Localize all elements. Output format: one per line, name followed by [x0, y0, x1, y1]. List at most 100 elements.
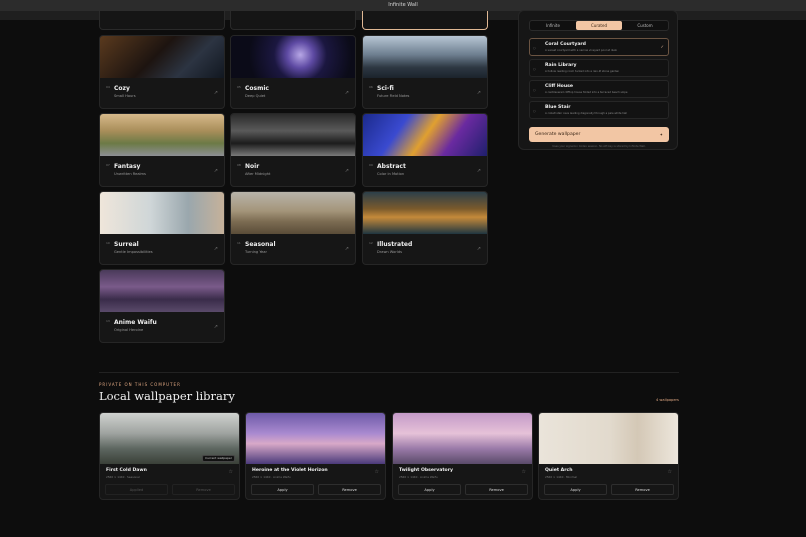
- wallpaper-meta: 2560 × 1440 · Minimal: [545, 475, 577, 479]
- wallpaper-title: First Cold Dawn: [106, 468, 147, 473]
- favorite-star-icon[interactable]: ☆: [375, 469, 379, 475]
- style-card-partial[interactable]: [230, 11, 356, 30]
- style-card-cosmic[interactable]: 05 Cosmic Deep Quiet ↗: [230, 35, 356, 109]
- tab-curated[interactable]: Curated: [576, 21, 622, 30]
- window-titlebar: Infinite Wall: [0, 0, 806, 11]
- card-subtitle: After Midnight: [245, 172, 271, 176]
- current-wallpaper-badge: Current wallpaper: [202, 455, 235, 462]
- card-number: 12: [369, 241, 373, 245]
- card-number: 10: [106, 241, 110, 245]
- generate-label: Generate wallpaper: [535, 132, 581, 137]
- card-number: 08: [237, 163, 241, 167]
- card-subtitle: Turning Year: [245, 250, 267, 254]
- tab-infinite[interactable]: Infinite: [530, 21, 576, 30]
- card-number: 07: [106, 163, 110, 167]
- applied-button[interactable]: Applied: [105, 484, 168, 495]
- option-indicator: ○: [533, 67, 536, 71]
- mode-tabs: Infinite Curated Custom: [529, 20, 669, 31]
- prompt-option-coral-courtyard[interactable]: ○ Coral Courtyard A sunset courtyard wit…: [529, 38, 669, 56]
- card-subtitle: Deep Quiet: [245, 94, 266, 98]
- style-thumbnail: [100, 36, 224, 78]
- card-number: 09: [369, 163, 373, 167]
- card-number: 11: [237, 241, 241, 245]
- apply-button[interactable]: Apply: [251, 484, 314, 495]
- style-thumbnail: [100, 270, 224, 312]
- card-subtitle: Small Hours: [114, 94, 136, 98]
- favorite-star-icon[interactable]: ☆: [522, 469, 526, 475]
- card-subtitle: Original Heroine: [114, 328, 144, 332]
- card-subtitle: Future Field Notes: [377, 94, 410, 98]
- card-title: Abstract: [377, 163, 406, 170]
- style-card-abstract[interactable]: 09 Abstract Color in Motion ↗: [362, 113, 488, 187]
- previous-row-stubs: [0, 11, 806, 31]
- prompt-option-cliff-house[interactable]: ○ Cliff House A cantilevered clifftop ho…: [529, 80, 669, 98]
- style-card-scifi[interactable]: 06 Sci-fi Future Field Notes ↗: [362, 35, 488, 109]
- card-number: 06: [369, 85, 373, 89]
- wallpaper-title: Quiet Arch: [545, 468, 573, 473]
- local-wallpaper-card[interactable]: Quiet Arch 2560 × 1440 · Minimal ☆ Apply…: [538, 412, 679, 500]
- open-arrow-icon: ↗: [213, 324, 218, 330]
- local-wallpaper-card[interactable]: Current wallpaper First Cold Dawn 2560 ×…: [99, 412, 240, 500]
- generate-wallpaper-button[interactable]: Generate wallpaper ✦: [529, 127, 669, 142]
- open-arrow-icon: ↗: [476, 246, 481, 252]
- card-title: Noir: [245, 163, 260, 170]
- option-indicator: ○: [533, 88, 536, 92]
- auth-footnote: Uses your signed-in Codex session. No AP…: [552, 145, 646, 148]
- favorite-star-icon[interactable]: ☆: [668, 469, 672, 475]
- card-title: Sci-fi: [377, 85, 394, 92]
- sparkle-icon: ✦: [659, 132, 663, 137]
- generator-panel: Infinite Curated Custom ○ Coral Courtyar…: [518, 10, 678, 150]
- remove-button[interactable]: Remove: [465, 484, 528, 495]
- style-card-fantasy[interactable]: 07 Fantasy Unwritten Realms ↗: [99, 113, 225, 187]
- favorite-star-icon[interactable]: ☆: [229, 469, 233, 475]
- option-description: A hollow reading room tucked into a rain…: [545, 70, 620, 73]
- style-thumbnail: [363, 192, 487, 234]
- section-eyebrow: PRIVATE ON THIS COMPUTER: [99, 382, 181, 387]
- apply-button[interactable]: Apply: [544, 484, 607, 495]
- card-title: Anime Waifu: [114, 319, 157, 326]
- wallpaper-count: 4 wallpapers: [656, 398, 679, 402]
- style-thumbnail: [363, 114, 487, 156]
- option-description: A cobalt stair cave leading diagonally t…: [545, 112, 627, 115]
- remove-button[interactable]: Remove: [318, 484, 381, 495]
- open-arrow-icon: ↗: [213, 246, 218, 252]
- style-thumbnail: [100, 114, 224, 156]
- prompt-option-blue-stair[interactable]: ○ Blue Stair A cobalt stair cave leading…: [529, 101, 669, 119]
- style-card-cozy[interactable]: 04 Cozy Small Hours ↗: [99, 35, 225, 109]
- wallpaper-meta: 2560 × 1440 · Anime Waifu: [252, 475, 291, 479]
- tab-custom[interactable]: Custom: [622, 21, 668, 30]
- style-card-illustrated[interactable]: 12 Illustrated Drawn Worlds ↗: [362, 191, 488, 265]
- wallpaper-thumbnail: [393, 413, 532, 464]
- style-card-seasonal[interactable]: 11 Seasonal Turning Year ↗: [230, 191, 356, 265]
- option-title: Coral Courtyard: [545, 42, 586, 47]
- style-card-partial-selected[interactable]: [362, 11, 488, 30]
- wallpaper-thumbnail: [539, 413, 678, 464]
- option-indicator: ○: [533, 109, 536, 113]
- style-card-surreal[interactable]: 10 Surreal Gentle Impossibilities ↗: [99, 191, 225, 265]
- apply-button[interactable]: Apply: [398, 484, 461, 495]
- style-card-anime-waifu[interactable]: 13 Anime Waifu Original Heroine ↗: [99, 269, 225, 343]
- open-arrow-icon: ↗: [344, 246, 349, 252]
- local-wallpaper-card[interactable]: Twilight Observatory 2560 × 1440 · Anime…: [392, 412, 533, 500]
- remove-button[interactable]: Remove: [172, 484, 235, 495]
- remove-button[interactable]: Remove: [611, 484, 674, 495]
- style-card-partial[interactable]: [99, 11, 225, 30]
- style-card-noir[interactable]: 08 Noir After Midnight ↗: [230, 113, 356, 187]
- prompt-option-rain-library[interactable]: ○ Rain Library A hollow reading room tuc…: [529, 59, 669, 77]
- card-title: Cozy: [114, 85, 130, 92]
- card-subtitle: Drawn Worlds: [377, 250, 402, 254]
- style-thumbnail: [363, 36, 487, 78]
- local-wallpaper-card[interactable]: Heroine at the Violet Horizon 2560 × 144…: [245, 412, 386, 500]
- option-title: Cliff House: [545, 84, 573, 89]
- open-arrow-icon: ↗: [344, 90, 349, 96]
- option-description: A sunset courtyard with a narrow vineyar…: [545, 49, 617, 52]
- open-arrow-icon: ↗: [476, 90, 481, 96]
- option-title: Rain Library: [545, 63, 577, 68]
- card-title: Fantasy: [114, 163, 141, 170]
- card-title: Surreal: [114, 241, 139, 248]
- card-title: Illustrated: [377, 241, 413, 248]
- option-description: A cantilevered clifftop house folded int…: [545, 91, 628, 94]
- open-arrow-icon: ↗: [476, 168, 481, 174]
- open-arrow-icon: ↗: [213, 168, 218, 174]
- open-arrow-icon: ↗: [213, 90, 218, 96]
